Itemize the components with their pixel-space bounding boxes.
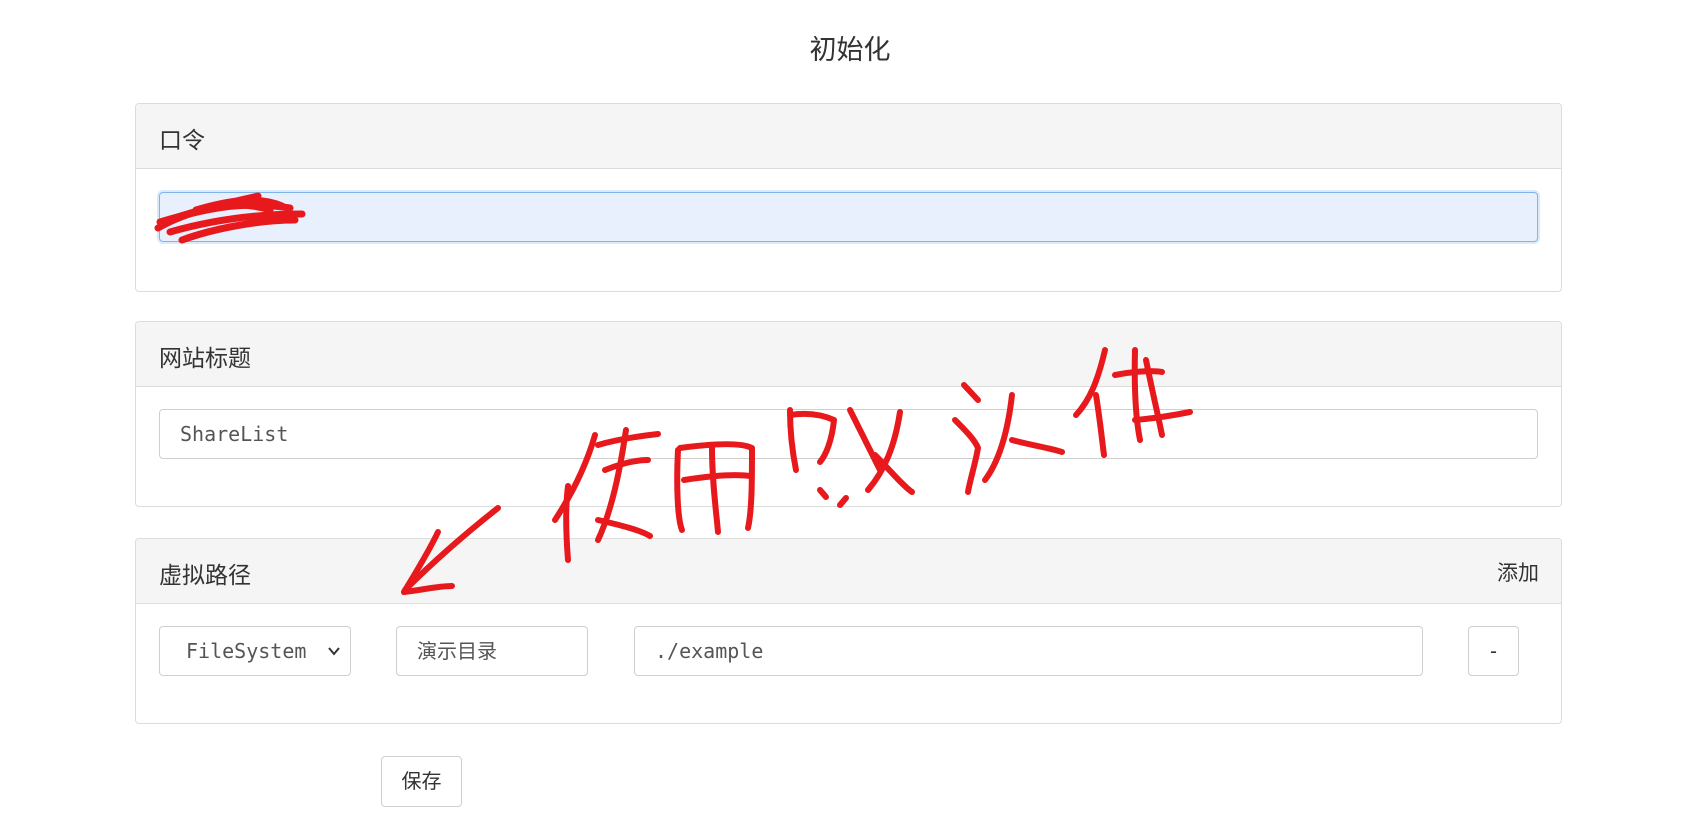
add-path-button[interactable]: 添加 — [1497, 557, 1539, 587]
path-type-selected-value: FileSystem — [186, 639, 307, 663]
page-title: 初始化 — [809, 35, 891, 66]
password-panel-header: 口令 — [136, 104, 1561, 169]
virtual-path-panel-title: 虚拟路径 — [159, 563, 251, 589]
site-title-panel-title: 网站标题 — [159, 346, 251, 372]
path-name-input[interactable]: 演示目录 — [396, 626, 588, 676]
virtual-path-panel-header: 虚拟路径 添加 — [136, 539, 1561, 604]
init-page: 初始化 口令 网站标题 ShareList 虚拟路径 添加 FileSystem… — [0, 0, 1696, 834]
site-title-input[interactable]: ShareList — [159, 409, 1538, 459]
path-location-input[interactable]: ./example — [634, 626, 1423, 676]
chevron-down-icon — [328, 647, 340, 656]
site-title-panel-header: 网站标题 — [136, 322, 1561, 387]
virtual-path-panel: 虚拟路径 添加 FileSystem 演示目录 ./example - — [135, 538, 1562, 724]
site-title-panel: 网站标题 ShareList — [135, 321, 1562, 507]
password-panel-title: 口令 — [159, 128, 205, 154]
password-panel: 口令 — [135, 103, 1562, 292]
password-input[interactable] — [159, 192, 1538, 242]
save-button[interactable]: 保存 — [381, 756, 462, 807]
remove-path-button[interactable]: - — [1468, 626, 1519, 676]
path-type-select[interactable]: FileSystem — [159, 626, 351, 676]
